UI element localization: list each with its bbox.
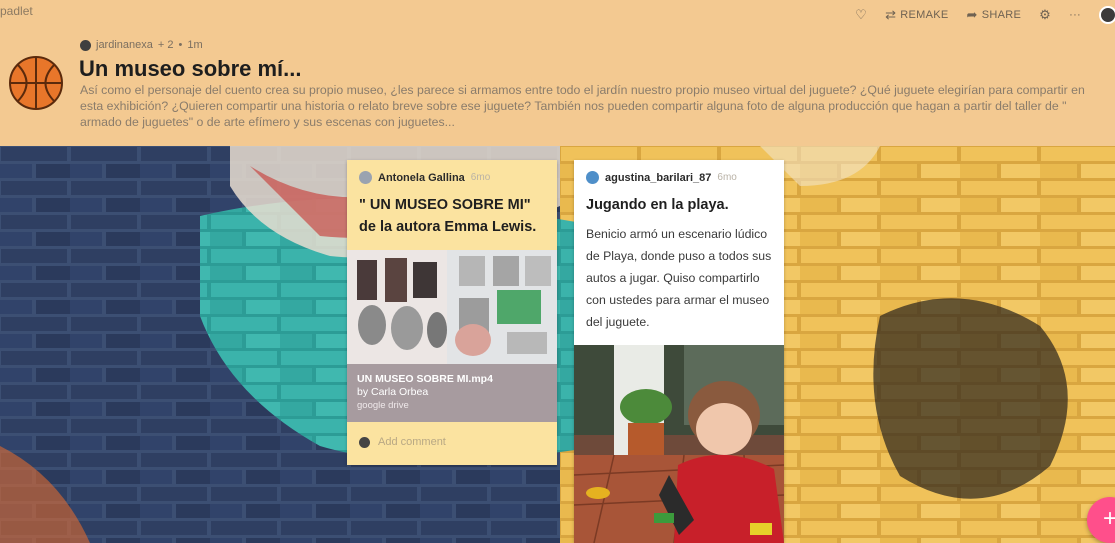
attachment-source: google drive xyxy=(357,400,409,411)
book-page-image xyxy=(347,250,557,364)
remake-label: REMAKE xyxy=(900,9,949,21)
post-card[interactable]: agustina_barilari_87 6mo Jugando en la p… xyxy=(574,160,784,543)
post-header: agustina_barilari_87 6mo xyxy=(574,160,784,184)
attachment-author: by Carla Orbea xyxy=(357,386,429,398)
post-card[interactable]: Antonela Gallina 6mo " UN MUSEO SOBRE MI… xyxy=(347,160,557,465)
more-icon: ··· xyxy=(1069,9,1081,21)
padlet-header: padlet ♡ ⇄ REMAKE ➦ SHARE ⚙ ··· jardinan… xyxy=(0,0,1115,146)
page-description: Así como el personaje del cuento crea su… xyxy=(80,83,1085,129)
remake-icon: ⇄ xyxy=(885,7,897,22)
post-title: Jugando en la playa. xyxy=(586,197,729,213)
post-time: 6mo xyxy=(717,172,737,183)
post-author[interactable]: agustina_barilari_87 xyxy=(605,172,711,184)
basketball-icon xyxy=(9,56,63,110)
post-author[interactable]: Antonela Gallina xyxy=(378,172,465,184)
remake-button[interactable]: ⇄ REMAKE xyxy=(885,7,948,23)
comment-placeholder: Add comment xyxy=(378,436,446,448)
author-avatar xyxy=(359,171,372,184)
attachment-title: UN MUSEO SOBRE MI.mp4 xyxy=(357,373,493,385)
gear-icon: ⚙ xyxy=(1039,7,1052,22)
post-title: " UN MUSEO SOBRE MI" de la autora Emma L… xyxy=(359,197,537,235)
post-time: 1m xyxy=(187,39,203,51)
page-title: Un museo sobre mí... xyxy=(79,56,302,81)
post-body: Benicio armó un escenario lúdico de Play… xyxy=(586,227,772,329)
add-comment-field[interactable]: Add comment xyxy=(359,436,446,448)
post-meta: jardinanexa + 2 • 1m xyxy=(80,39,203,51)
child-playing-image xyxy=(574,345,784,543)
attachment-link[interactable]: UN MUSEO SOBRE MI.mp4 by Carla Orbea goo… xyxy=(347,364,557,422)
likes-count: + 2 xyxy=(157,39,174,51)
post-photo[interactable] xyxy=(574,345,784,543)
user-avatar[interactable] xyxy=(1099,6,1115,24)
share-icon: ➦ xyxy=(966,7,978,22)
post-header: Antonela Gallina 6mo xyxy=(347,160,557,184)
more-button[interactable]: ··· xyxy=(1069,9,1081,21)
commenter-avatar xyxy=(359,436,370,448)
video-thumbnail[interactable] xyxy=(347,250,557,364)
brick-wall-image xyxy=(0,146,1115,543)
heart-icon: ♡ xyxy=(855,7,868,22)
post-time: 6mo xyxy=(470,172,491,183)
top-action-bar: ♡ ⇄ REMAKE ➦ SHARE ⚙ ··· xyxy=(855,6,1115,24)
meta-separator: • xyxy=(178,39,183,51)
author-name[interactable]: jardinanexa xyxy=(96,39,153,51)
globe-icon xyxy=(586,171,599,184)
like-button[interactable]: ♡ xyxy=(855,7,867,23)
settings-button[interactable]: ⚙ xyxy=(1039,7,1051,23)
share-button[interactable]: ➦ SHARE xyxy=(967,7,1022,23)
brand-logo[interactable]: padlet xyxy=(0,4,33,18)
author-avatar xyxy=(80,39,91,51)
wall-background xyxy=(0,146,1115,543)
share-label: SHARE xyxy=(981,9,1022,21)
